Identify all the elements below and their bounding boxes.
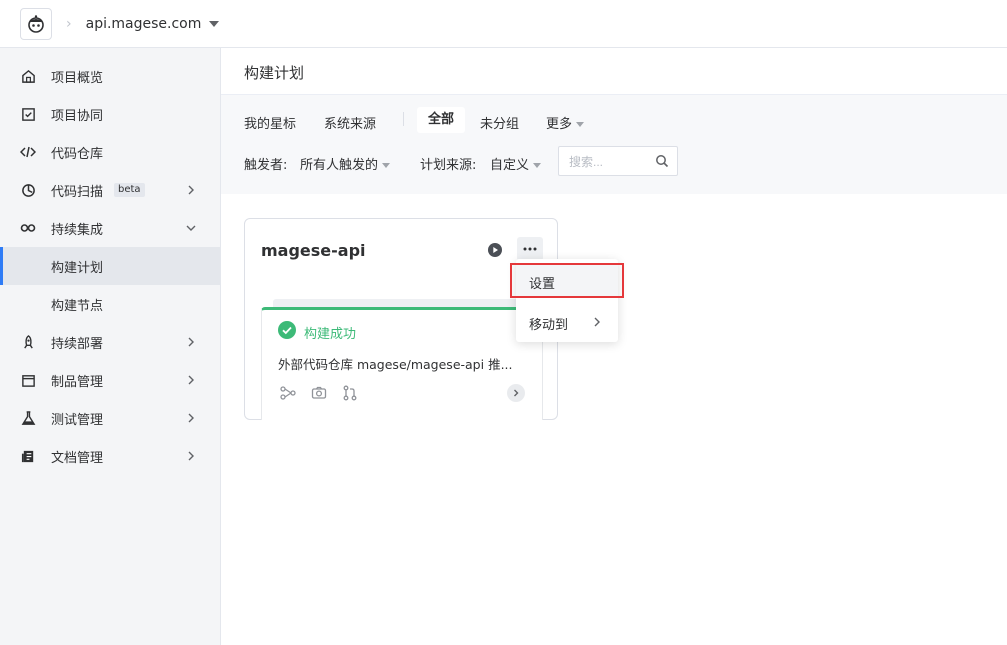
tab-more-label: 更多 (546, 117, 573, 132)
sidebar-item-label: 构建节点 (51, 298, 104, 314)
home-icon (20, 68, 36, 84)
go-detail-button[interactable] (507, 384, 525, 402)
sidebar-item-label: 测试管理 (51, 412, 104, 428)
branch-icon[interactable] (342, 385, 358, 401)
sidebar-item-overview[interactable]: 项目概览 (0, 57, 220, 95)
trigger-filter-select[interactable]: 所有人触发的 (300, 154, 391, 173)
tab-ungrouped[interactable]: 未分组 (480, 113, 519, 132)
sidebar-item-label: 项目协同 (51, 108, 104, 124)
menu-item-label: 设置 (529, 277, 556, 292)
source-filter-value: 自定义 (490, 158, 530, 173)
chevron-right-icon (594, 317, 600, 327)
tab-more[interactable]: 更多 (546, 113, 585, 132)
build-plan-card[interactable]: magese-api 构建成功 外部代码仓库 magese/magese-api… (244, 218, 558, 420)
build-record[interactable]: 构建成功 外部代码仓库 magese/magese-api 推... (261, 299, 543, 420)
sidebar-item-cd[interactable]: 持续部署 (0, 323, 220, 361)
search-box[interactable] (558, 146, 678, 176)
sidebar-item-label: 持续部署 (51, 336, 104, 352)
chevron-right-icon (186, 375, 196, 385)
code-icon (20, 144, 36, 160)
chevron-up-icon (186, 223, 196, 233)
trigger-filter-value: 所有人触发的 (300, 158, 379, 173)
sidebar-item-label: 构建计划 (51, 260, 104, 276)
project-selector[interactable]: api.magese.com (86, 16, 202, 32)
beta-badge: beta (114, 183, 145, 197)
sidebar-item-label: 项目概览 (51, 70, 104, 86)
chevron-right-icon (186, 337, 196, 347)
package-icon (20, 372, 36, 388)
infinity-icon (20, 220, 36, 236)
sidebar-item-testing[interactable]: 测试管理 (0, 399, 220, 437)
build-description: 外部代码仓库 magese/magese-api 推... (278, 357, 513, 372)
divider (403, 112, 404, 126)
search-icon[interactable] (655, 154, 669, 168)
menu-item-move-to[interactable]: 移动到 (516, 306, 618, 338)
stack-shadow (273, 299, 533, 307)
sidebar: 项目概览 项目协同 代码仓库 代码扫描 beta 持续集成 构建计划 构建节点 … (0, 48, 221, 645)
build-status: 构建成功 (304, 327, 357, 342)
rocket-icon (20, 334, 36, 350)
source-filter-label: 计划来源: (420, 158, 477, 173)
sidebar-item-label: 代码仓库 (51, 146, 104, 162)
logo-icon (28, 14, 44, 33)
sidebar-item-ci[interactable]: 持续集成 (0, 209, 220, 247)
trigger-filter-label: 触发者: (244, 158, 288, 173)
checkbox-icon (20, 106, 36, 122)
sidebar-item-repository[interactable]: 代码仓库 (0, 133, 220, 171)
source-filter-select[interactable]: 自定义 (490, 154, 542, 173)
page-title: 构建计划 (244, 64, 305, 82)
sidebar-item-label: 代码扫描 (51, 184, 104, 200)
card-title[interactable]: magese-api (261, 241, 366, 260)
search-input[interactable] (569, 153, 649, 171)
camera-icon[interactable] (311, 385, 327, 401)
sidebar-item-label: 文档管理 (51, 450, 104, 466)
more-button[interactable] (517, 237, 543, 261)
app-logo[interactable] (20, 7, 52, 40)
chevron-down-icon (533, 163, 542, 168)
play-icon[interactable] (488, 243, 502, 257)
chevron-down-icon (382, 163, 391, 168)
filter-panel (221, 95, 1007, 194)
sidebar-item-label: 制品管理 (51, 374, 104, 390)
menu-item-label: 移动到 (529, 318, 569, 333)
tab-all[interactable]: 全部 (417, 107, 466, 133)
sidebar-item-build-plan[interactable]: 构建计划 (0, 247, 220, 285)
breadcrumb-separator-icon: › (66, 15, 72, 32)
ellipsis-icon (523, 247, 537, 251)
sidebar-item-code-scan[interactable]: 代码扫描 beta (0, 171, 220, 209)
flask-icon (20, 410, 36, 426)
sidebar-item-artifacts[interactable]: 制品管理 (0, 361, 220, 399)
chevron-right-icon (186, 185, 196, 195)
sidebar-item-docs[interactable]: 文档管理 (0, 437, 220, 475)
top-bar: › api.magese.com (0, 0, 1007, 48)
more-actions-menu: 设置 移动到 (516, 259, 618, 342)
chevron-right-icon (514, 389, 519, 397)
document-icon (20, 448, 36, 464)
tab-starred[interactable]: 我的星标 (244, 113, 296, 132)
pipeline-icon[interactable] (280, 385, 296, 401)
sidebar-item-collaboration[interactable]: 项目协同 (0, 95, 220, 133)
chevron-down-icon (576, 122, 585, 127)
chevron-down-icon[interactable] (209, 20, 220, 27)
sidebar-item-build-node[interactable]: 构建节点 (0, 285, 220, 323)
success-check-icon (278, 321, 296, 339)
build-record-panel: 构建成功 外部代码仓库 magese/magese-api 推... (261, 307, 543, 420)
chevron-right-icon (186, 451, 196, 461)
tab-system-source[interactable]: 系统来源 (324, 113, 376, 132)
sidebar-item-label: 持续集成 (51, 222, 104, 238)
chevron-right-icon (186, 413, 196, 423)
scan-icon (20, 182, 36, 198)
menu-item-settings[interactable]: 设置 (516, 265, 618, 297)
